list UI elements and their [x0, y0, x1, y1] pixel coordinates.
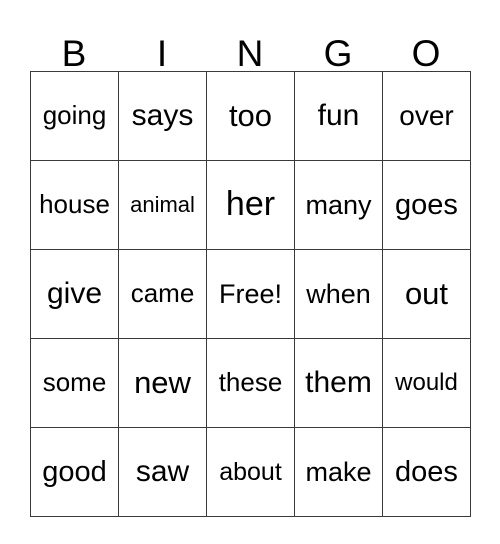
bingo-cell-word: says [131, 99, 194, 133]
bingo-cell[interactable]: them [295, 339, 383, 428]
bingo-cell-word: Free! [218, 278, 283, 309]
bingo-cell-word: out [404, 275, 449, 311]
bingo-cell-word: these [218, 367, 283, 398]
bingo-cell-word: them [305, 366, 372, 400]
bingo-cell-free-space[interactable]: Free! [207, 250, 295, 339]
bingo-cell-word: goes [395, 188, 458, 221]
bingo-cell[interactable]: many [295, 161, 383, 250]
bingo-header-cell-i: I [118, 22, 206, 74]
bingo-cell[interactable]: some [31, 339, 119, 428]
bingo-cell-word: over [399, 100, 454, 132]
bingo-cell[interactable]: new [119, 339, 207, 428]
bingo-cell[interactable]: would [383, 339, 471, 428]
bingo-cell[interactable]: give [31, 250, 119, 339]
bingo-cell-word: her [225, 185, 276, 224]
bingo-row: going says too fun over [31, 72, 471, 161]
bingo-cell-word: many [305, 189, 372, 220]
bingo-row: good saw about make does [31, 428, 471, 517]
bingo-row: some new these them would [31, 339, 471, 428]
bingo-cell-word: give [46, 277, 103, 311]
bingo-cell[interactable]: too [207, 72, 295, 161]
bingo-cell[interactable]: says [119, 72, 207, 161]
bingo-cell-word: does [395, 455, 458, 488]
bingo-row: house animal her many goes [31, 161, 471, 250]
bingo-cell[interactable]: animal [119, 161, 207, 250]
bingo-cell-word: house [39, 189, 110, 220]
bingo-cell[interactable]: good [31, 428, 119, 517]
bingo-cell[interactable]: about [207, 428, 295, 517]
bingo-header-row: B I N G O [30, 22, 470, 74]
bingo-cell-word: fun [317, 99, 360, 133]
bingo-letter-g: G [323, 32, 353, 74]
bingo-header-cell-g: G [294, 22, 382, 74]
bingo-cell[interactable]: came [119, 250, 207, 339]
bingo-cell-word: too [228, 97, 273, 133]
bingo-letter-n: N [236, 32, 264, 74]
bingo-header-cell-n: N [206, 22, 294, 74]
bingo-cell[interactable]: her [207, 161, 295, 250]
bingo-cell-word: when [306, 278, 371, 309]
bingo-letter-o: O [411, 32, 441, 74]
bingo-letter-i: I [156, 32, 168, 74]
bingo-cell-word: saw [135, 455, 190, 489]
bingo-cell[interactable]: out [383, 250, 471, 339]
bingo-cell-word: about [219, 457, 282, 486]
bingo-cell[interactable]: saw [119, 428, 207, 517]
bingo-header-cell-o: O [382, 22, 470, 74]
bingo-cell-word: would [395, 369, 458, 397]
bingo-cell[interactable]: house [31, 161, 119, 250]
bingo-cell-word: came [130, 278, 195, 309]
bingo-cell[interactable]: going [31, 72, 119, 161]
bingo-letter-b: B [61, 32, 87, 74]
bingo-cell[interactable]: goes [383, 161, 471, 250]
bingo-cell-word: make [305, 456, 372, 487]
bingo-row: give came Free! when out [31, 250, 471, 339]
bingo-grid: going says too fun over house animal her… [30, 71, 471, 517]
bingo-cell[interactable]: make [295, 428, 383, 517]
bingo-header-cell-b: B [30, 22, 118, 74]
bingo-cell[interactable]: these [207, 339, 295, 428]
bingo-cell-word: good [42, 455, 107, 488]
bingo-cell[interactable]: when [295, 250, 383, 339]
bingo-cell[interactable]: over [383, 72, 471, 161]
bingo-cell[interactable]: fun [295, 72, 383, 161]
bingo-cell-word: animal [130, 192, 195, 218]
bingo-cell-word: new [134, 364, 191, 400]
bingo-cell-word: going [42, 100, 107, 131]
bingo-card: B I N G O going says too fun over house … [30, 22, 471, 517]
bingo-cell[interactable]: does [383, 428, 471, 517]
bingo-cell-word: some [42, 367, 107, 398]
